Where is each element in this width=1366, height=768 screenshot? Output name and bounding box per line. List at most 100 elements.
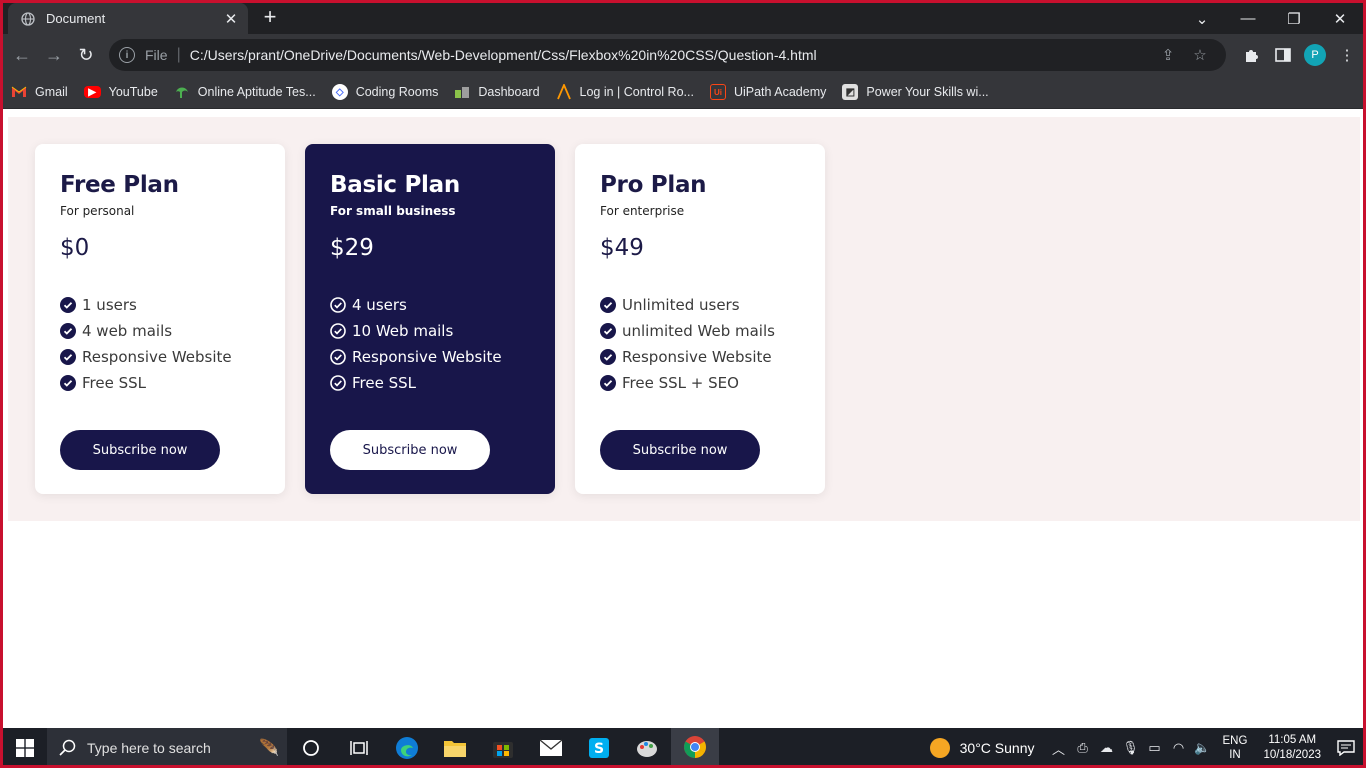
tab-strip: Document ✕ + ⌄ — ❐ ✕ xyxy=(3,3,1363,34)
check-circle-outline-icon xyxy=(330,297,346,313)
check-circle-outline-icon xyxy=(330,323,346,339)
aptitude-icon xyxy=(174,84,190,100)
subscribe-button[interactable]: Subscribe now xyxy=(600,430,760,470)
uipath-icon: Ui xyxy=(709,84,726,100)
start-button[interactable] xyxy=(3,728,47,765)
extensions-puzzle-icon[interactable] xyxy=(1235,39,1267,71)
skype-icon[interactable]: S xyxy=(575,728,623,765)
minimize-button[interactable]: — xyxy=(1225,3,1271,34)
wifi-icon[interactable]: ◠ xyxy=(1167,740,1191,756)
meet-now-icon[interactable]: ⎙ xyxy=(1071,740,1095,756)
feature-item: 1 users xyxy=(60,292,260,318)
plan-subtitle: For personal xyxy=(60,204,135,218)
page-viewport: Free Plan For personal $0 1 users 4 web … xyxy=(3,109,1363,728)
bookmark-control-room[interactable]: Log in | Control Ro... xyxy=(556,84,694,100)
cortana-icon[interactable] xyxy=(287,728,335,765)
back-button[interactable]: ← xyxy=(6,39,38,71)
browser-toolbar: ← → ↻ i File | C:/Users/prant/OneDrive/D… xyxy=(3,34,1363,76)
chrome-icon[interactable] xyxy=(671,728,719,765)
file-explorer-icon[interactable] xyxy=(431,728,479,765)
address-bar[interactable]: i File | C:/Users/prant/OneDrive/Documen… xyxy=(109,39,1226,71)
bookmark-coding-rooms[interactable]: ◇ Coding Rooms xyxy=(331,84,438,100)
check-circle-icon xyxy=(60,349,76,365)
feature-item: Free SSL xyxy=(60,370,260,396)
restore-button[interactable]: ❐ xyxy=(1271,3,1317,34)
volume-icon[interactable]: 🔈 xyxy=(1191,740,1215,756)
paint-icon[interactable] xyxy=(623,728,671,765)
check-circle-outline-icon xyxy=(330,349,346,365)
taskbar-search-box[interactable]: Type here to search 🪶 xyxy=(47,728,287,765)
profile-button[interactable]: P xyxy=(1299,39,1331,71)
power-skills-icon: ◩ xyxy=(842,84,859,100)
subscribe-button[interactable]: Subscribe now xyxy=(330,430,490,470)
bookmark-youtube[interactable]: ▶ YouTube xyxy=(83,85,158,99)
weather-widget[interactable]: 30°C Sunny xyxy=(929,738,1035,758)
bookmark-uipath[interactable]: Ui UiPath Academy xyxy=(709,84,826,100)
bookmark-star-icon[interactable]: ☆ xyxy=(1184,46,1216,64)
plan-title: Free Plan xyxy=(60,172,179,198)
subscribe-button[interactable]: Subscribe now xyxy=(60,430,220,470)
plan-title: Basic Plan xyxy=(330,172,460,198)
share-icon[interactable]: ⇪ xyxy=(1152,46,1184,64)
tab-document[interactable]: Document ✕ xyxy=(8,3,248,34)
clock[interactable]: 11:05 AM 10/18/2023 xyxy=(1263,733,1321,763)
sun-icon xyxy=(929,738,950,758)
side-panel-icon[interactable] xyxy=(1267,39,1299,71)
language-indicator[interactable]: ENG IN xyxy=(1223,734,1248,762)
close-window-button[interactable]: ✕ xyxy=(1317,3,1363,34)
plan-card-basic: Basic Plan For small business $29 4 user… xyxy=(305,144,555,494)
feature-item: Responsive Website xyxy=(330,344,530,370)
check-circle-icon xyxy=(600,349,616,365)
forward-button[interactable]: → xyxy=(38,39,70,71)
onedrive-icon[interactable]: ☁ xyxy=(1095,740,1119,756)
check-circle-icon xyxy=(600,323,616,339)
scheme-label: File xyxy=(145,47,168,63)
feature-list: Unlimited users unlimited Web mails Resp… xyxy=(600,292,800,396)
menu-kebab-icon[interactable]: ⋮ xyxy=(1331,39,1363,71)
dashboard-icon xyxy=(454,84,470,100)
address-divider: | xyxy=(176,46,181,63)
chevron-up-icon[interactable]: ︿ xyxy=(1047,739,1071,758)
site-info-icon[interactable]: i xyxy=(119,47,135,63)
notification-center-button[interactable] xyxy=(1329,728,1363,765)
plan-price: $29 xyxy=(330,235,374,261)
svg-text:S: S xyxy=(594,741,604,757)
new-tab-button[interactable]: + xyxy=(259,6,281,29)
search-placeholder: Type here to search xyxy=(87,740,211,756)
check-circle-icon xyxy=(60,375,76,391)
search-icon xyxy=(59,739,76,756)
feature-list: 1 users 4 web mails Responsive Website F… xyxy=(60,292,260,396)
feature-item: unlimited Web mails xyxy=(600,318,800,344)
plan-subtitle: For enterprise xyxy=(600,204,685,218)
windows-taskbar: Type here to search 🪶 S 30°C Sunny ︿ ⎙ ☁… xyxy=(3,728,1363,765)
check-circle-icon xyxy=(60,323,76,339)
notification-icon xyxy=(1337,740,1355,756)
weather-text: 30°C Sunny xyxy=(959,740,1035,756)
feature-item: Free SSL xyxy=(330,370,530,396)
plan-card-pro: Pro Plan For enterprise $49 Unlimited us… xyxy=(575,144,825,494)
bookmark-online-aptitude[interactable]: Online Aptitude Tes... xyxy=(174,84,316,100)
close-tab-icon[interactable]: ✕ xyxy=(222,10,240,28)
microphone-icon[interactable]: 🎙 xyxy=(1119,740,1143,756)
bookmark-dashboard[interactable]: Dashboard xyxy=(454,84,540,100)
microsoft-store-icon[interactable] xyxy=(479,728,527,765)
pricing-container: Free Plan For personal $0 1 users 4 web … xyxy=(8,117,1360,521)
check-circle-outline-icon xyxy=(330,375,346,391)
mail-icon[interactable] xyxy=(527,728,575,765)
bookmark-gmail[interactable]: Gmail xyxy=(11,84,68,100)
tab-search-chevron-icon[interactable]: ⌄ xyxy=(1179,3,1225,34)
toolbar-actions: P ⋮ xyxy=(1235,39,1363,71)
plan-price: $0 xyxy=(60,235,90,261)
plan-subtitle: For small business xyxy=(330,204,456,218)
task-view-icon[interactable] xyxy=(335,728,383,765)
bookmark-power-skills[interactable]: ◩ Power Your Skills wi... xyxy=(842,84,989,100)
clock-date: 10/18/2023 xyxy=(1263,749,1321,761)
feature-item: Free SSL + SEO xyxy=(600,370,800,396)
coding-rooms-icon: ◇ xyxy=(331,84,348,100)
battery-icon[interactable]: ▭ xyxy=(1143,740,1167,756)
reload-button[interactable]: ↻ xyxy=(70,39,102,71)
feature-item: 4 web mails xyxy=(60,318,260,344)
feature-item: Responsive Website xyxy=(600,344,800,370)
edge-icon[interactable] xyxy=(383,728,431,765)
url-text[interactable]: C:/Users/prant/OneDrive/Documents/Web-De… xyxy=(190,47,1152,63)
